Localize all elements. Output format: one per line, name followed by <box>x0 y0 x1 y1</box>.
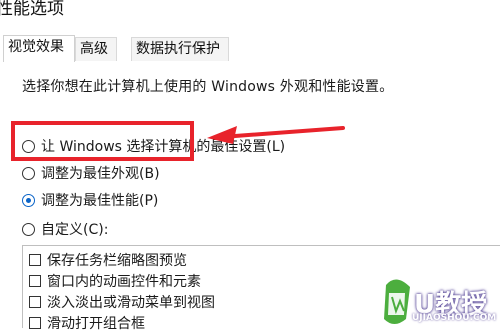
panel-description: 选择你想在此计算机上使用的 Windows 外观和性能设置。 <box>22 79 394 95</box>
option-label: 自定义(C): <box>41 222 109 238</box>
option-best-appearance[interactable]: 调整为最佳外观(B) <box>22 162 160 184</box>
effect-item[interactable]: 窗口内的动画控件和元素 <box>29 271 201 291</box>
title-bar: 性能选项 <box>0 0 500 26</box>
watermark-url: UJIAOSHOU.COM <box>412 313 497 323</box>
effect-label: 滑动打开组合框 <box>47 316 145 332</box>
option-label: 调整为最佳外观(B) <box>41 166 160 182</box>
option-best-performance[interactable]: 调整为最佳性能(P) <box>22 189 158 211</box>
checkbox[interactable] <box>29 254 41 266</box>
checkbox[interactable] <box>29 317 41 329</box>
checkbox[interactable] <box>29 296 41 308</box>
effect-label: 保存任务栏缩略图预览 <box>47 253 187 269</box>
effect-item[interactable]: 淡入淡出或滑动菜单到视图 <box>29 292 215 312</box>
tab-label: 视觉效果 <box>8 39 64 55</box>
tab-visual-effects[interactable]: 视觉效果 <box>3 35 75 63</box>
tab-label: 数据执行保护 <box>136 41 220 57</box>
tab-strip: 视觉效果 高级 数据执行保护 <box>0 35 500 63</box>
checkbox[interactable] <box>29 275 41 287</box>
option-label: 调整为最佳性能(P) <box>41 193 159 209</box>
window-title: 性能选项 <box>0 0 64 19</box>
highlight-box <box>11 121 194 161</box>
effect-label: 淡入淡出或滑动菜单到视图 <box>47 295 215 311</box>
radio-button-selected[interactable] <box>22 193 35 207</box>
tab-advanced[interactable]: 高级 <box>75 37 117 61</box>
radio-button[interactable] <box>22 166 35 180</box>
option-custom[interactable]: 自定义(C): <box>22 218 108 240</box>
effect-item[interactable]: 保存任务栏缩略图预览 <box>29 250 187 270</box>
arrow-icon <box>207 126 345 144</box>
tab-dep[interactable]: 数据执行保护 <box>131 37 229 61</box>
effect-item[interactable]: 滑动打开组合框 <box>29 313 145 333</box>
tab-label: 高级 <box>80 41 108 57</box>
effect-label: 窗口内的动画控件和元素 <box>47 274 201 290</box>
radio-button[interactable] <box>22 222 35 236</box>
